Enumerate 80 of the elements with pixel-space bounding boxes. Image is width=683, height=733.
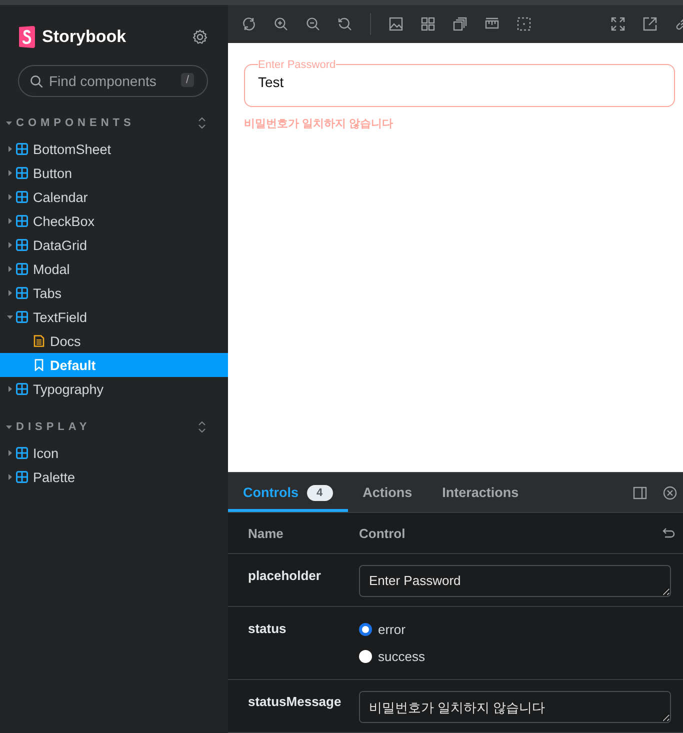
bookmark-icon bbox=[33, 359, 45, 371]
caret-icon[interactable] bbox=[7, 290, 13, 296]
shortcut-key: / bbox=[180, 73, 194, 87]
layers-icon[interactable] bbox=[453, 16, 467, 31]
panel-tab[interactable]: Controls 4 bbox=[228, 473, 348, 512]
refresh-icon[interactable] bbox=[242, 16, 256, 31]
caret-icon[interactable] bbox=[7, 146, 13, 152]
external-link-icon[interactable] bbox=[643, 16, 657, 31]
control-name: placeholder bbox=[248, 567, 322, 585]
tree-item[interactable]: Modal bbox=[0, 257, 228, 281]
tree-item[interactable]: Icon bbox=[0, 441, 228, 465]
image-icon[interactable] bbox=[389, 16, 403, 31]
component-icon bbox=[16, 311, 28, 323]
caret-icon[interactable] bbox=[7, 218, 13, 224]
settings-icon[interactable] bbox=[192, 29, 208, 45]
expand-collapse-icon[interactable] bbox=[198, 117, 206, 129]
panel-tab[interactable]: Interactions bbox=[427, 473, 534, 512]
tree-item[interactable]: DataGrid bbox=[0, 233, 228, 257]
zoom-in-icon[interactable] bbox=[274, 16, 288, 31]
caret-icon[interactable] bbox=[6, 424, 12, 430]
panel-toggle-icon[interactable] bbox=[633, 486, 647, 500]
caret-icon[interactable] bbox=[7, 194, 13, 200]
caret-icon[interactable] bbox=[6, 120, 12, 126]
component-icon bbox=[16, 447, 28, 459]
document-icon bbox=[33, 335, 45, 347]
radio-button[interactable] bbox=[359, 650, 372, 663]
ruler-icon[interactable] bbox=[485, 16, 499, 31]
search-icon bbox=[30, 75, 43, 88]
caret-icon[interactable] bbox=[7, 170, 13, 176]
error-message: 비밀번호가 일치하지 않습니다 bbox=[244, 116, 394, 131]
tree-item[interactable]: CheckBox bbox=[0, 209, 228, 233]
component-icon bbox=[16, 263, 28, 275]
logo-icon bbox=[18, 26, 36, 48]
tree-item[interactable]: TextField bbox=[0, 305, 228, 329]
component-icon bbox=[16, 143, 28, 155]
text-input[interactable]: 비밀번호가 일치하지 않습니다 bbox=[359, 691, 671, 723]
caret-icon[interactable] bbox=[7, 242, 13, 248]
column-header: Control bbox=[359, 526, 406, 540]
zoom-out-icon[interactable] bbox=[306, 16, 320, 31]
column-header: Name bbox=[248, 526, 284, 540]
radio-button[interactable] bbox=[359, 623, 372, 636]
component-icon bbox=[16, 471, 28, 483]
control-name: status bbox=[248, 620, 288, 638]
reset-zoom-icon[interactable] bbox=[338, 16, 352, 31]
close-icon[interactable] bbox=[663, 486, 677, 500]
section-title: DISPLAY bbox=[16, 421, 92, 433]
component-icon bbox=[16, 239, 28, 251]
caret-icon[interactable] bbox=[7, 266, 13, 272]
tree-item[interactable]: BottomSheet bbox=[0, 137, 228, 161]
field-value: Test bbox=[258, 74, 285, 90]
radio-label: error bbox=[378, 622, 406, 637]
radio-label: success bbox=[378, 649, 425, 664]
caret-icon[interactable] bbox=[7, 450, 13, 456]
text-input[interactable]: Enter Password bbox=[359, 565, 671, 597]
undo-icon[interactable] bbox=[661, 526, 675, 540]
component-icon bbox=[16, 215, 28, 227]
app-title: Storybook bbox=[42, 27, 128, 47]
tree-item[interactable]: Docs bbox=[0, 329, 228, 353]
component-icon bbox=[16, 287, 28, 299]
caret-icon[interactable] bbox=[7, 386, 13, 392]
section-title: COMPONENTS bbox=[16, 117, 136, 129]
grid-icon[interactable] bbox=[421, 16, 435, 31]
component-icon bbox=[16, 383, 28, 395]
control-name: statusMessage bbox=[248, 693, 342, 711]
tree-item[interactable]: Button bbox=[0, 161, 228, 185]
caret-icon[interactable] bbox=[7, 474, 13, 480]
text-field[interactable]: Enter Password Test bbox=[244, 58, 675, 107]
count-badge: 4 bbox=[306, 484, 333, 500]
tree-item[interactable]: Calendar bbox=[0, 185, 228, 209]
fullscreen-icon[interactable] bbox=[611, 16, 625, 31]
field-label: Enter Password bbox=[258, 58, 336, 71]
outline-icon[interactable] bbox=[517, 16, 531, 31]
component-icon bbox=[16, 167, 28, 179]
tree-item[interactable]: Tabs bbox=[0, 281, 228, 305]
caret-icon[interactable] bbox=[7, 314, 13, 320]
panel-tab[interactable]: Actions bbox=[348, 473, 428, 512]
tree-item[interactable]: Typography bbox=[0, 377, 228, 401]
component-icon bbox=[16, 191, 28, 203]
expand-collapse-icon[interactable] bbox=[198, 421, 206, 433]
tree-item[interactable]: Palette bbox=[0, 465, 228, 489]
